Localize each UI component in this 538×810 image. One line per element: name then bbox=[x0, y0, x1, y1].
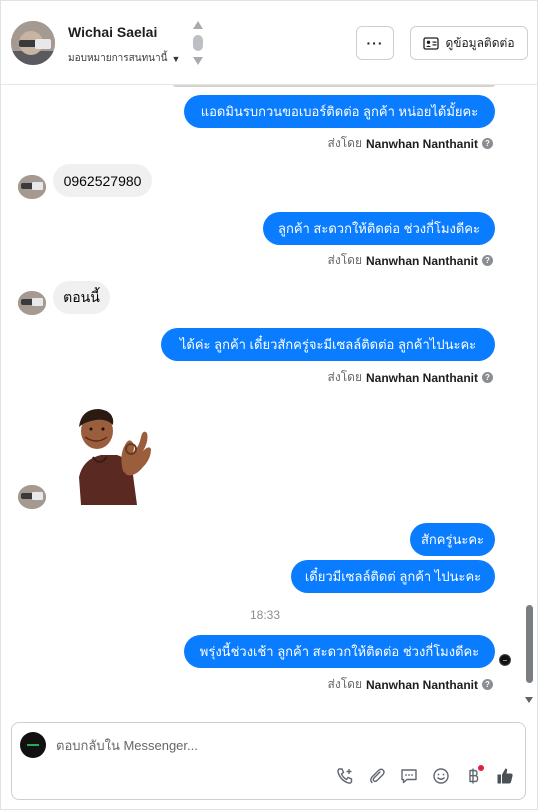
page-avatar bbox=[20, 732, 46, 758]
message-bubble-outgoing[interactable]: พรุ่งนี้ช่วงเช้า ลูกค้า สะดวกให้ติดต่อ ช… bbox=[184, 635, 495, 668]
emoji-icon[interactable] bbox=[430, 765, 452, 787]
help-circle-icon[interactable]: ? bbox=[482, 679, 493, 690]
message-bubble-outgoing[interactable]: สักครู่นะคะ bbox=[410, 523, 495, 556]
chevron-down-icon[interactable] bbox=[193, 57, 203, 65]
scrollbar-thumb[interactable] bbox=[526, 605, 533, 683]
message-text: ลูกค้า สะดวกให้ติดต่อ ช่วงกี่โมงดีคะ bbox=[277, 221, 480, 236]
conversation-header: Wichai Saelai มอบหมายการสนทนานี้ ▼ ··· ด… bbox=[1, 1, 537, 85]
call-add-icon[interactable] bbox=[334, 765, 356, 787]
message-composer bbox=[11, 722, 526, 800]
conversation-stepper[interactable] bbox=[191, 21, 205, 67]
message-bubble-incoming[interactable]: 0962527980 bbox=[53, 164, 152, 197]
sent-by-name: Nanwhan Nanthanit bbox=[365, 253, 478, 268]
message-timestamp: 18:33 bbox=[249, 608, 281, 622]
conversation-panel: Wichai Saelai มอบหมายการสนทนานี้ ▼ ··· ด… bbox=[0, 0, 538, 810]
assign-conversation-dropdown[interactable]: มอบหมายการสนทนานี้ ▼ bbox=[68, 51, 180, 66]
sent-by-prefix: ส่งโดย bbox=[327, 136, 362, 150]
view-contact-details-button[interactable]: ดูข้อมูลติดต่อ bbox=[410, 26, 528, 60]
sent-by-prefix: ส่งโดย bbox=[327, 370, 362, 384]
message-bubble-outgoing[interactable]: ลูกค้า สะดวกให้ติดต่อ ช่วงกี่โมงดีคะ bbox=[263, 212, 495, 245]
ok-gesture-sticker[interactable] bbox=[71, 407, 153, 505]
baht-icon[interactable] bbox=[462, 765, 484, 787]
message-bubble-outgoing[interactable]: ได้ค่ะ ลูกค้า เดี๋ยวสักครู่จะมีเซลล์ติดต… bbox=[161, 328, 495, 361]
chat-bubble-icon[interactable] bbox=[398, 765, 420, 787]
caret-down-icon: ▼ bbox=[171, 53, 181, 64]
reply-input[interactable] bbox=[56, 736, 476, 754]
contact-name[interactable]: Wichai Saelai bbox=[68, 24, 157, 40]
help-circle-icon[interactable]: ? bbox=[482, 255, 493, 266]
contact-avatar-small bbox=[18, 291, 46, 315]
contact-details-label: ดูข้อมูลติดต่อ bbox=[445, 35, 515, 50]
sent-by-name: Nanwhan Nanthanit bbox=[365, 677, 478, 692]
message-text: ได้ค่ะ ลูกค้า เดี๋ยวสักครู่จะมีเซลล์ติดต… bbox=[179, 337, 477, 352]
previous-attachment-edge bbox=[173, 85, 495, 87]
stepper-handle[interactable] bbox=[193, 35, 203, 51]
sent-by-label: ส่งโดย Nanwhan Nanthanit ? bbox=[328, 675, 493, 694]
more-options-button[interactable]: ··· bbox=[356, 26, 394, 60]
sent-by-name: Nanwhan Nanthanit bbox=[365, 370, 478, 385]
sent-by-prefix: ส่งโดย bbox=[327, 253, 362, 267]
seen-indicator-avatar bbox=[499, 654, 511, 666]
thumbs-up-icon[interactable] bbox=[494, 765, 516, 787]
help-circle-icon[interactable]: ? bbox=[482, 138, 493, 149]
message-thread[interactable]: แอดมินรบกวนขอเบอร์ติดต่อ ลูกค้า หน่อยได้… bbox=[1, 85, 537, 711]
contact-avatar-small bbox=[18, 485, 46, 509]
sent-by-label: ส่งโดย Nanwhan Nanthanit ? bbox=[328, 251, 493, 270]
message-text: เดี๋ยวมีเซลล์ติดต่ ลูกค้า ไปนะคะ bbox=[304, 569, 482, 584]
thread-scrollbar[interactable] bbox=[523, 85, 535, 711]
message-bubble-outgoing[interactable]: แอดมินรบกวนขอเบอร์ติดต่อ ลูกค้า หน่อยได้… bbox=[184, 95, 495, 128]
contact-card-icon bbox=[423, 36, 440, 50]
message-text: สักครู่นะคะ bbox=[420, 532, 485, 547]
contact-avatar[interactable] bbox=[11, 21, 55, 65]
sent-by-prefix: ส่งโดย bbox=[327, 677, 362, 691]
contact-avatar-small bbox=[18, 175, 46, 199]
message-bubble-outgoing[interactable]: เดี๋ยวมีเซลล์ติดต่ ลูกค้า ไปนะคะ bbox=[291, 560, 495, 593]
message-text: แอดมินรบกวนขอเบอร์ติดต่อ ลูกค้า หน่อยได้… bbox=[200, 104, 479, 119]
more-horizontal-icon: ··· bbox=[366, 35, 384, 51]
message-text: พรุ่งนี้ช่วงเช้า ลูกค้า สะดวกให้ติดต่อ ช… bbox=[199, 644, 480, 659]
assign-label: มอบหมายการสนทนานี้ bbox=[68, 53, 168, 64]
message-bubble-incoming[interactable]: ตอนนี้ bbox=[53, 281, 110, 314]
help-circle-icon[interactable]: ? bbox=[482, 372, 493, 383]
scroll-down-arrow-icon[interactable] bbox=[525, 697, 533, 703]
message-text: ตอนนี้ bbox=[63, 288, 100, 305]
sent-by-name: Nanwhan Nanthanit bbox=[365, 136, 478, 151]
sent-by-label: ส่งโดย Nanwhan Nanthanit ? bbox=[328, 368, 493, 387]
chevron-up-icon[interactable] bbox=[193, 21, 203, 29]
message-text: 0962527980 bbox=[63, 172, 142, 189]
sent-by-label: ส่งโดย Nanwhan Nanthanit ? bbox=[328, 134, 493, 153]
composer-toolbar bbox=[334, 765, 526, 787]
paperclip-icon[interactable] bbox=[366, 765, 388, 787]
